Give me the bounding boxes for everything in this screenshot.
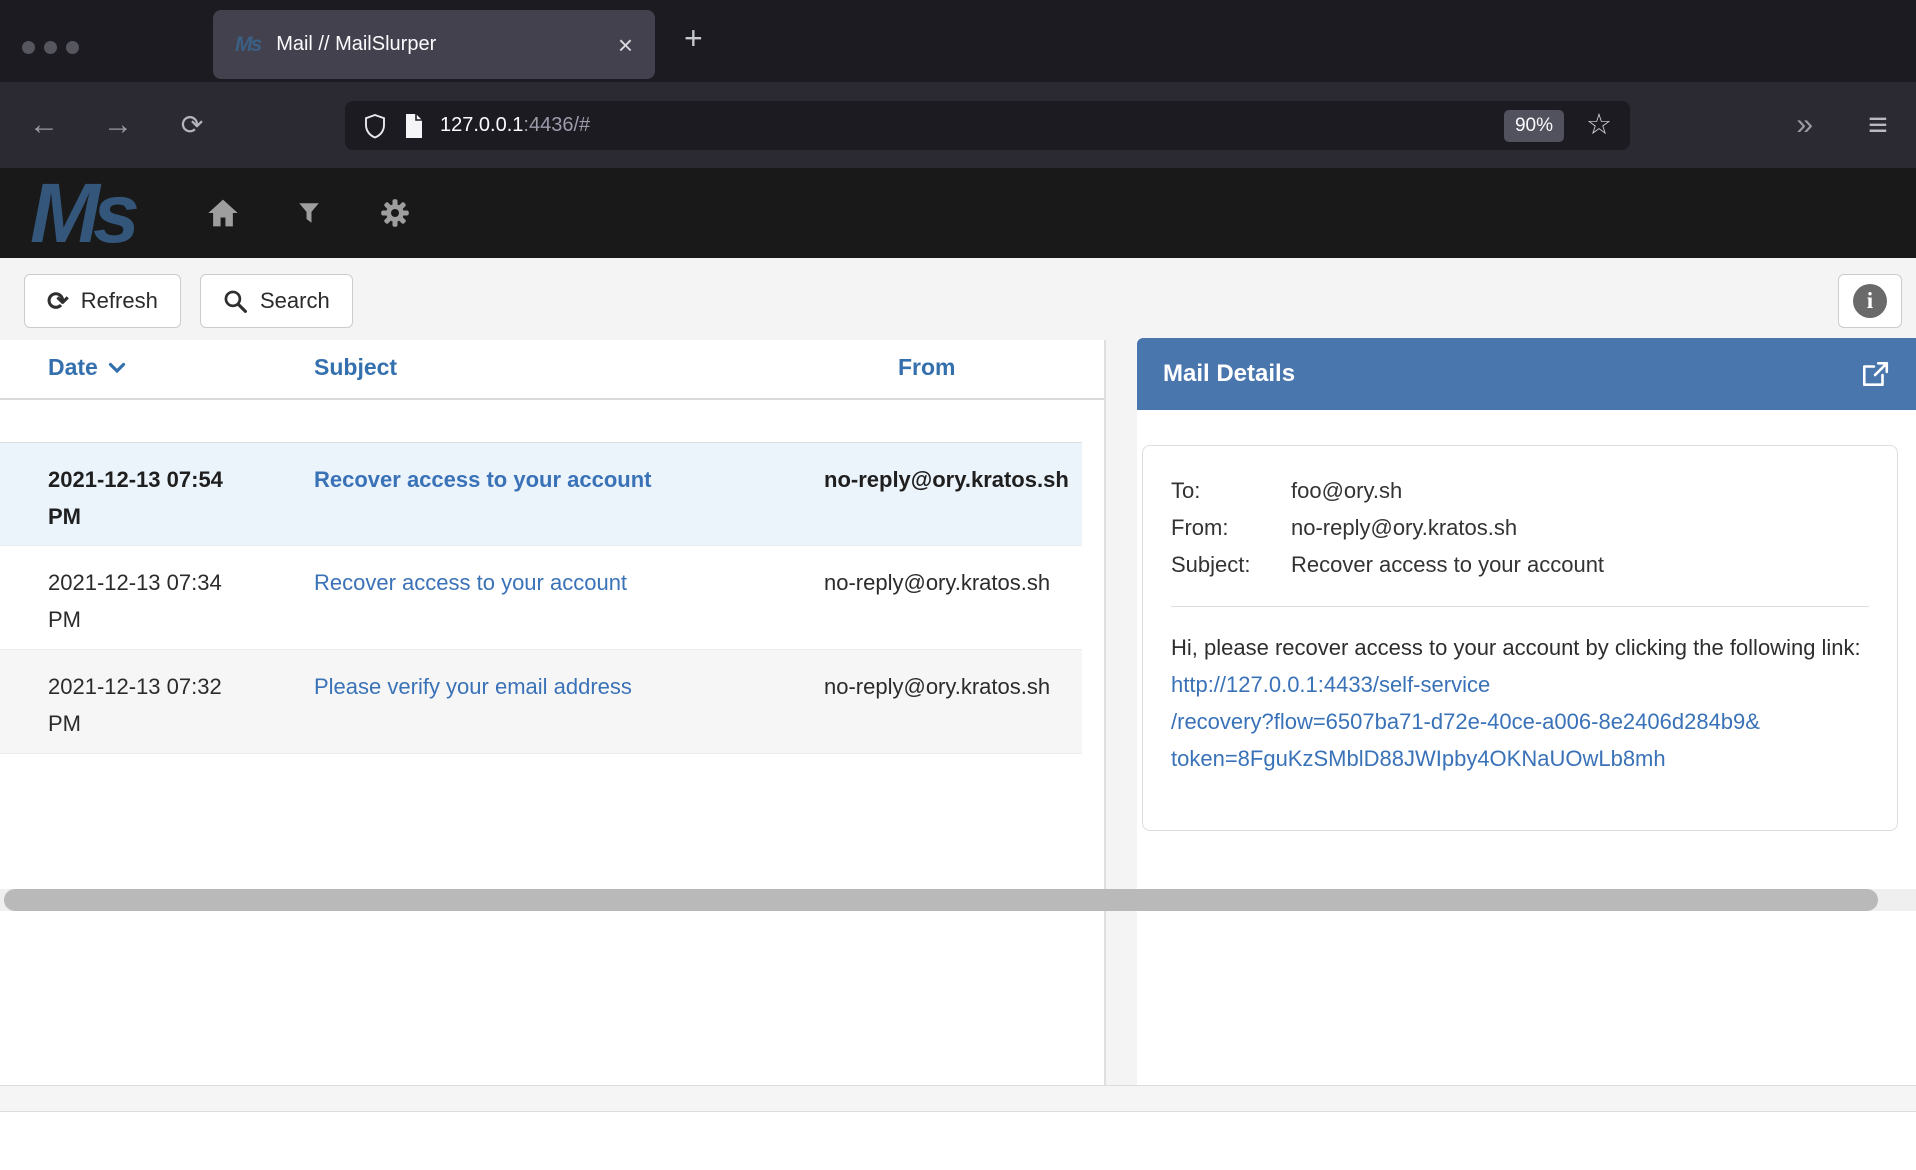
forward-icon[interactable]: → [90, 82, 146, 168]
filter-icon[interactable] [291, 195, 327, 231]
to-value: foo@ory.sh [1291, 472, 1402, 509]
hamburger-menu-icon[interactable]: ≡ [1868, 82, 1888, 168]
screen: Ms Mail // MailSlurper × + ← → ⟳ 127.0.0… [0, 0, 1916, 1170]
to-label: To: [1171, 472, 1291, 509]
gear-icon[interactable] [377, 195, 413, 231]
horizontal-scrollbar [0, 889, 1916, 911]
search-button[interactable]: Search [200, 274, 353, 328]
tab-close-icon[interactable]: × [618, 32, 633, 58]
mail-row-from: no-reply@ory.kratos.sh [824, 668, 1080, 705]
mail-details-panel: Mail Details To: foo@ory.sh [1137, 338, 1916, 1085]
mail-row-date: 2021-12-13 07:54 PM [48, 461, 253, 535]
new-tab-button[interactable]: + [684, 22, 703, 54]
mail-row-date: 2021-12-13 07:32 PM [48, 668, 253, 742]
footer-band [0, 1085, 1916, 1112]
search-button-label: Search [260, 288, 330, 314]
browser-navbar: ← → ⟳ 127.0.0.1:4436/# 90% ☆ » ≡ [0, 82, 1916, 168]
from-value: no-reply@ory.kratos.sh [1291, 509, 1517, 546]
column-header-date[interactable]: Date [48, 354, 126, 381]
refresh-button-label: Refresh [81, 288, 158, 314]
back-icon[interactable]: ← [16, 82, 72, 168]
window-controls[interactable] [22, 41, 79, 54]
mail-row[interactable]: 2021-12-13 07:32 PM Please verify your e… [0, 650, 1082, 754]
open-external-icon[interactable] [1860, 359, 1890, 389]
zoom-level-badge[interactable]: 90% [1504, 110, 1564, 142]
shield-icon[interactable] [363, 113, 387, 139]
url-bar[interactable]: 127.0.0.1:4436/# 90% ☆ [345, 101, 1630, 150]
bookmark-star-icon[interactable]: ☆ [1586, 111, 1612, 140]
footer-area [0, 1112, 1916, 1170]
home-icon[interactable] [205, 195, 241, 231]
info-button[interactable]: i [1838, 274, 1902, 328]
refresh-icon: ⟳ [47, 288, 69, 314]
mail-details-card: To: foo@ory.sh From: no-reply@ory.kratos… [1142, 445, 1898, 831]
browser-tab-strip: Ms Mail // MailSlurper × + [0, 0, 1916, 82]
search-icon [223, 289, 248, 314]
mail-row-subject-link[interactable]: Please verify your email address [314, 668, 784, 705]
mail-row[interactable]: 2021-12-13 07:54 PM Recover access to yo… [0, 442, 1082, 546]
info-icon: i [1853, 284, 1887, 318]
panel-divider [1104, 340, 1106, 1085]
mail-row[interactable]: 2021-12-13 07:34 PM Recover access to yo… [0, 546, 1082, 650]
toolbar-overflow-icon[interactable]: » [1796, 82, 1810, 168]
tab-title: Mail // MailSlurper [276, 33, 602, 56]
mail-row-from: no-reply@ory.kratos.sh [824, 564, 1080, 601]
reload-icon[interactable]: ⟳ [164, 82, 220, 168]
mail-row-from: no-reply@ory.kratos.sh [824, 461, 1080, 498]
sort-chevron-down-icon [108, 362, 126, 374]
mailslurper-favicon: Ms [235, 33, 260, 57]
from-label: From: [1171, 509, 1291, 546]
refresh-button[interactable]: ⟳ Refresh [24, 274, 181, 328]
mail-body: Hi, please recover access to your accoun… [1171, 629, 1871, 777]
mail-details-header: Mail Details [1137, 338, 1916, 410]
card-divider [1171, 606, 1869, 607]
main-content: ⟳ Refresh Search i Date [0, 258, 1916, 1170]
mail-list-header: Date Subject From [0, 340, 1104, 400]
subject-label: Subject: [1171, 546, 1291, 583]
page-info-icon[interactable] [403, 113, 424, 139]
column-header-subject: Subject [314, 354, 397, 381]
recovery-link[interactable]: http://127.0.0.1:4433/self-service/recov… [1171, 672, 1871, 777]
subject-value: Recover access to your account [1291, 546, 1604, 583]
mail-details-title: Mail Details [1163, 360, 1860, 388]
mail-list-panel: Date Subject From 2021-12-13 07:54 PM Re… [0, 340, 1104, 1085]
mail-row-subject-link[interactable]: Recover access to your account [314, 564, 784, 601]
column-header-from: From [898, 354, 956, 381]
mail-row-subject-link[interactable]: Recover access to your account [314, 461, 784, 498]
url-text: 127.0.0.1:4436/# [440, 114, 590, 137]
mailslurper-header: Ms [0, 168, 1916, 258]
browser-tab[interactable]: Ms Mail // MailSlurper × [213, 10, 655, 79]
horizontal-scrollbar-thumb[interactable] [4, 889, 1878, 911]
mailslurper-logo: Ms [30, 169, 133, 257]
mail-row-date: 2021-12-13 07:34 PM [48, 564, 253, 638]
